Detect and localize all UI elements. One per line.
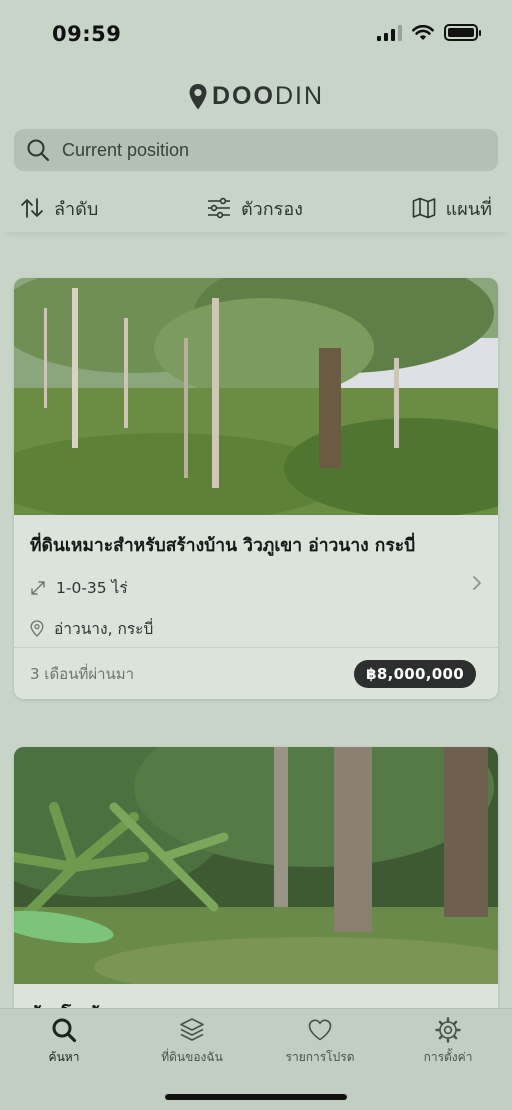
listing-card[interactable]: ท้ายโรงล้าง bbox=[14, 747, 498, 1027]
signal-icon bbox=[377, 24, 402, 41]
sort-button[interactable]: ลำดับ bbox=[20, 194, 98, 223]
status-time: 09:59 bbox=[52, 22, 122, 46]
map-icon bbox=[412, 197, 435, 219]
listing-info: ที่ดินเหมาะสำหรับสร้างบ้าน วิวภูเขา อ่าว… bbox=[14, 515, 498, 641]
gear-icon bbox=[435, 1017, 461, 1043]
map-pin-logo-icon bbox=[189, 83, 207, 109]
map-view-button[interactable]: แผนที่ bbox=[412, 194, 492, 223]
listing-price-badge: ฿8,000,000 bbox=[354, 659, 476, 688]
filter-button[interactable]: ตัวกรอง bbox=[207, 194, 303, 223]
heart-icon bbox=[308, 1019, 332, 1041]
status-icons bbox=[377, 24, 481, 41]
sort-arrows-icon bbox=[21, 198, 43, 218]
search-icon bbox=[52, 1018, 77, 1043]
logo-text: DOODIN bbox=[211, 82, 324, 110]
listing-card[interactable]: ที่ดินเหมาะสำหรับสร้างบ้าน วิวภูเขา อ่าว… bbox=[14, 278, 498, 699]
wifi-icon bbox=[412, 24, 434, 40]
home-indicator bbox=[165, 1094, 347, 1100]
listing-photo bbox=[14, 747, 498, 984]
location-pin-icon bbox=[30, 620, 44, 637]
tab-favorites[interactable]: รายการโปรด bbox=[256, 1017, 384, 1067]
listing-title: ที่ดินเหมาะสำหรับสร้างบ้าน วิวภูเขา อ่าว… bbox=[30, 536, 416, 556]
listing-photo bbox=[14, 278, 498, 515]
battery-icon bbox=[444, 24, 481, 41]
search-icon bbox=[27, 139, 50, 162]
listing-posted-time: 3 เดือนที่ผ่านมา bbox=[30, 664, 135, 683]
sort-label: ลำดับ bbox=[54, 198, 99, 220]
expand-diagonal-icon bbox=[31, 580, 45, 595]
status-bar: 09:59 bbox=[0, 0, 512, 70]
listing-footer: 3 เดือนที่ผ่านมา ฿8,000,000 bbox=[14, 647, 498, 699]
listing-area: 1-0-35 ไร่ bbox=[56, 579, 128, 597]
tab-my-land[interactable]: ที่ดินของฉัน bbox=[128, 1017, 256, 1067]
layers-icon bbox=[180, 1018, 204, 1041]
search-input[interactable] bbox=[62, 139, 462, 161]
tab-settings-label: การตั้งค่า bbox=[423, 1050, 473, 1064]
tab-search-label: ค้นหา bbox=[48, 1050, 80, 1064]
tab-favorites-label: รายการโปรด bbox=[285, 1050, 355, 1064]
toolbar: ลำดับ ตัวกรอง แผนที่ bbox=[0, 184, 512, 232]
tab-search[interactable]: ค้นหา bbox=[0, 1017, 128, 1067]
tab-settings[interactable]: การตั้งค่า bbox=[384, 1017, 512, 1067]
chevron-right-icon[interactable] bbox=[472, 575, 482, 591]
listing-area-row: 1-0-35 ไร่ bbox=[30, 575, 482, 600]
tab-my-land-label: ที่ดินของฉัน bbox=[161, 1050, 223, 1064]
sliders-icon bbox=[207, 197, 230, 219]
app-logo: DOODIN bbox=[0, 82, 512, 111]
search-bar[interactable] bbox=[14, 129, 498, 171]
map-label: แผนที่ bbox=[445, 198, 492, 220]
filter-label: ตัวกรอง bbox=[240, 198, 303, 220]
listing-location: อ่าวนาง, กระบี่ bbox=[54, 620, 154, 638]
listing-location-row: อ่าวนาง, กระบี่ bbox=[30, 616, 482, 641]
